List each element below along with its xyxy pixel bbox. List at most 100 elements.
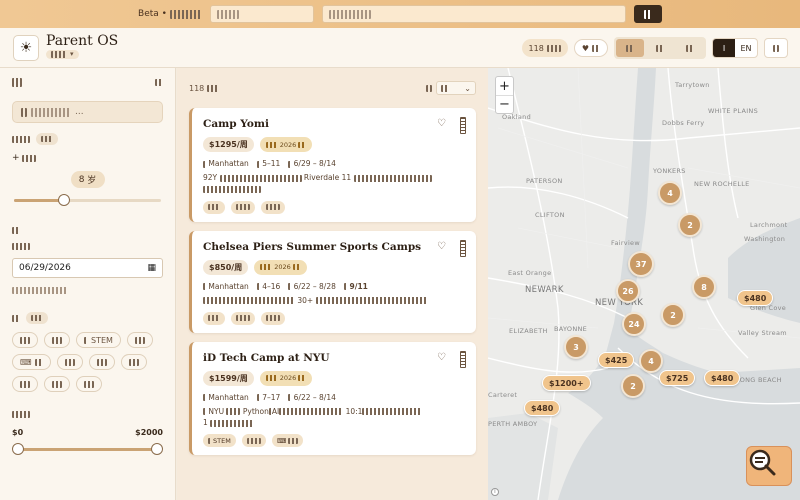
- age-slider[interactable]: [12, 194, 163, 206]
- lang-zh-button[interactable]: I: [713, 39, 735, 57]
- interest-tag[interactable]: [12, 332, 38, 348]
- clear-filters-button[interactable]: [155, 79, 163, 86]
- age-slider-handle[interactable]: [58, 194, 70, 206]
- camp-card[interactable]: Chelsea Piers Summer Sports Camps ♡ $850…: [189, 230, 476, 333]
- camp-title: Camp Yomi: [203, 118, 269, 130]
- child-chip[interactable]: [36, 133, 58, 145]
- sort-label: [426, 84, 432, 92]
- map-price-pin[interactable]: $480: [737, 290, 774, 306]
- calendar-icon[interactable]: ▦: [147, 263, 156, 273]
- interest-tag[interactable]: [76, 376, 102, 392]
- map-cluster[interactable]: 8: [692, 275, 716, 299]
- camp-list: 118 ⌄ Camp Yomi ♡ $1295/周 2026 Manhattan…: [177, 68, 488, 500]
- location: Manhattan: [203, 393, 249, 402]
- map-base: [488, 68, 800, 500]
- map-cluster[interactable]: 2: [661, 303, 685, 327]
- sort-select[interactable]: ⌄: [436, 81, 476, 95]
- result-count: 118: [189, 84, 220, 93]
- interest-tag[interactable]: [12, 376, 38, 392]
- zoom-out-button[interactable]: −: [496, 95, 513, 113]
- view-split-button[interactable]: [616, 39, 644, 57]
- child-label: [12, 135, 30, 143]
- heart-icon[interactable]: ♡: [437, 241, 446, 252]
- beta-label: Beta •: [138, 9, 202, 19]
- chevron-down-icon: ⌄: [464, 83, 471, 93]
- map-zoom-control: + −: [495, 76, 514, 114]
- interest-tag[interactable]: [120, 354, 147, 370]
- keyboard-icon: ⌨: [276, 436, 287, 445]
- map-attribution-button[interactable]: i: [491, 488, 499, 496]
- view-list-button[interactable]: [646, 39, 674, 57]
- date-section-heading: [12, 227, 20, 234]
- price-slider-min-handle[interactable]: [12, 443, 24, 455]
- banner-submit-button[interactable]: [633, 5, 662, 23]
- drag-handle-icon[interactable]: [460, 239, 466, 257]
- map-price-pin[interactable]: $480: [524, 400, 561, 416]
- map-price-pin[interactable]: $725: [659, 370, 696, 386]
- dates: 6/22 – 8/14: [288, 393, 336, 402]
- zoom-in-button[interactable]: +: [496, 77, 513, 95]
- interest-tag[interactable]: [88, 354, 115, 370]
- ages: 4–16: [256, 282, 280, 291]
- chat-assistant-button[interactable]: [746, 446, 792, 486]
- heart-icon[interactable]: ♡: [437, 352, 446, 363]
- year-badge: 2026: [254, 259, 307, 275]
- date-label: [12, 243, 30, 250]
- language-toggle: I EN: [712, 38, 758, 58]
- camp-tag: [261, 311, 285, 325]
- price-badge: $850/周: [203, 259, 249, 275]
- interest-tag-stem[interactable]: STEM: [76, 332, 121, 348]
- camp-description: NYU Python AI 10:1 1: [203, 406, 466, 429]
- price-slider-max-handle[interactable]: [151, 443, 163, 455]
- extra-session: 9/11: [343, 282, 368, 291]
- map-cluster[interactable]: 2: [621, 374, 645, 398]
- map-cluster[interactable]: 4: [639, 349, 663, 373]
- price-heading: [12, 411, 30, 418]
- drag-handle-icon[interactable]: [460, 117, 466, 134]
- view-map-button[interactable]: [676, 39, 704, 57]
- keyword-search-input[interactable]: ...: [12, 101, 163, 123]
- camp-tag: [203, 200, 225, 214]
- dates: 6/22 – 8/28: [288, 282, 336, 291]
- interest-tag[interactable]: ⌨: [12, 354, 51, 370]
- price-slider[interactable]: [12, 443, 163, 455]
- map-cluster[interactable]: 26: [616, 279, 640, 303]
- camp-map[interactable]: Tarrytown WHITE PLAINS Oakland Dobbs Fer…: [488, 68, 800, 500]
- interests-heading: [12, 314, 20, 322]
- map-price-pin[interactable]: $480: [704, 370, 741, 386]
- camp-tag: ⌨: [271, 434, 304, 448]
- price-badge: $1599/周: [203, 370, 254, 386]
- add-child-button[interactable]: +: [12, 153, 20, 163]
- camp-tag: [261, 200, 285, 214]
- year-badge: 2026: [259, 370, 313, 386]
- camp-tag: [203, 311, 225, 325]
- map-price-pin[interactable]: $1200+: [542, 375, 591, 391]
- camp-title: Chelsea Piers Summer Sports Camps: [203, 240, 422, 253]
- map-cluster[interactable]: 24: [622, 312, 646, 336]
- profile-selector[interactable]: ▾: [46, 50, 79, 59]
- lang-en-button[interactable]: EN: [735, 39, 757, 57]
- drag-handle-icon[interactable]: [460, 350, 466, 368]
- banner-search-input[interactable]: [209, 5, 314, 23]
- interest-tag[interactable]: [56, 354, 83, 370]
- camp-card[interactable]: iD Tech Camp at NYU ♡ $1599/周 2026 Manha…: [189, 341, 476, 456]
- map-cluster[interactable]: 37: [628, 251, 654, 277]
- sun-logo-icon[interactable]: ☀: [13, 34, 39, 61]
- map-cluster[interactable]: 4: [658, 181, 682, 205]
- dates: 6/29 – 8/14: [288, 159, 336, 168]
- ages: 7–17: [256, 393, 280, 402]
- banner-location-input[interactable]: [321, 5, 626, 23]
- favorites-button[interactable]: ♥: [573, 39, 608, 57]
- view-mode-toggle: [614, 37, 706, 59]
- map-cluster[interactable]: 3: [564, 335, 588, 359]
- heart-icon[interactable]: ♡: [437, 118, 446, 129]
- map-cluster[interactable]: 2: [678, 213, 702, 237]
- account-button[interactable]: [764, 38, 788, 58]
- interest-tag[interactable]: [126, 332, 153, 348]
- interest-tag[interactable]: [44, 332, 70, 348]
- interest-tag[interactable]: [44, 376, 70, 392]
- map-price-pin[interactable]: $425: [598, 352, 635, 368]
- camp-card[interactable]: Camp Yomi ♡ $1295/周 2026 Manhattan 5–11 …: [189, 108, 476, 222]
- start-date-input[interactable]: 06/29/2026 ▦: [12, 258, 163, 278]
- ages: 5–11: [256, 159, 280, 168]
